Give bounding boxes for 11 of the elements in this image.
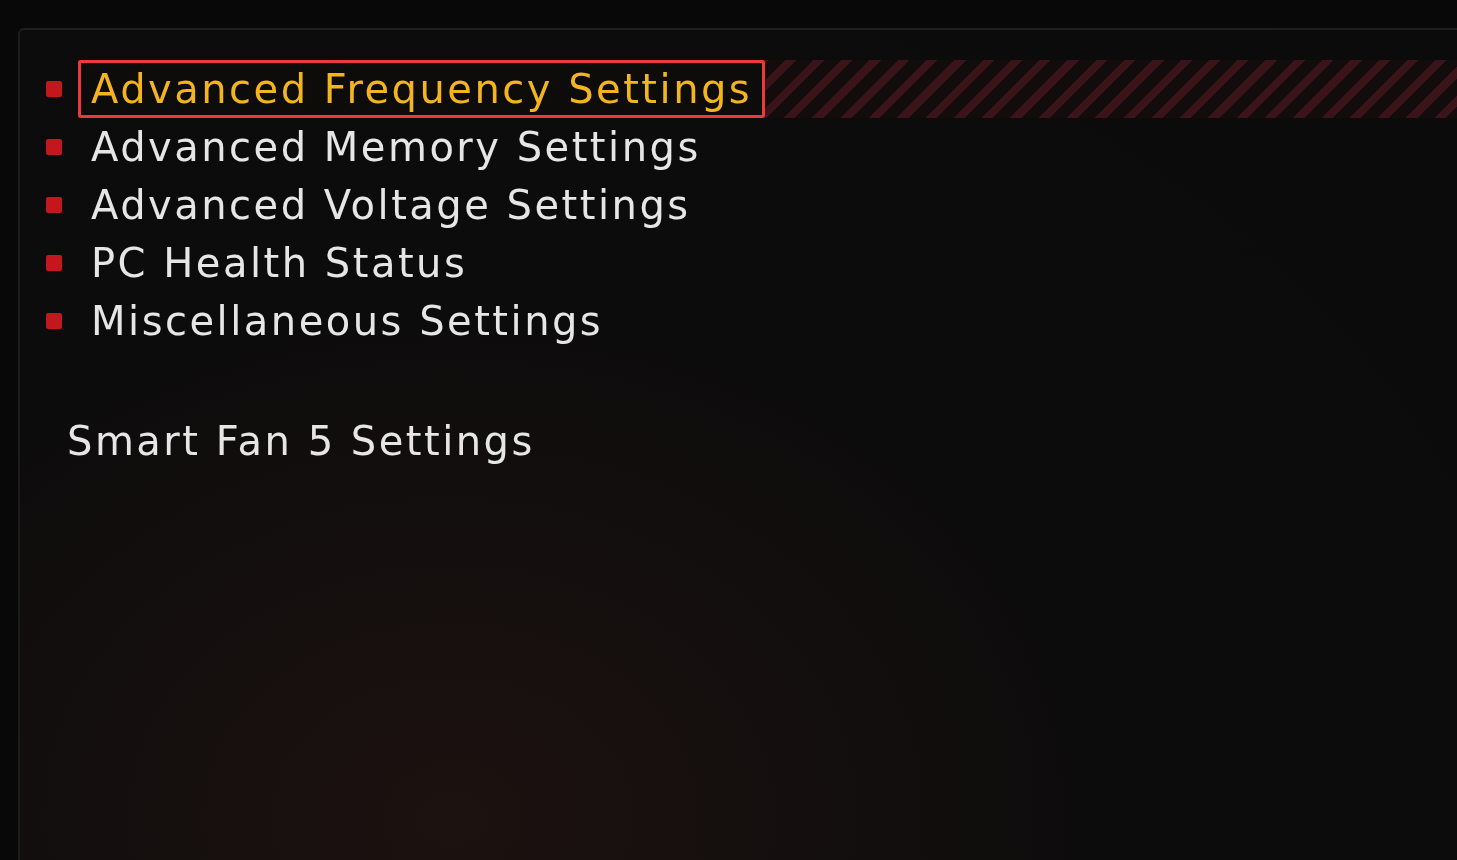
menu-item[interactable]: PC Health Status xyxy=(78,234,481,292)
menu-item[interactable]: Advanced Voltage Settings xyxy=(78,176,704,234)
square-bullet-icon xyxy=(46,313,62,329)
menu-item[interactable]: Miscellaneous Settings xyxy=(78,292,617,350)
square-bullet-icon xyxy=(46,255,62,271)
menu-item[interactable]: Smart Fan 5 Settings xyxy=(54,412,548,470)
menu-item[interactable]: Advanced Memory Settings xyxy=(78,118,714,176)
square-bullet-icon xyxy=(46,81,62,97)
square-bullet-icon xyxy=(46,197,62,213)
menu-item[interactable]: Advanced Frequency Settings xyxy=(78,60,766,118)
square-bullet-icon xyxy=(46,139,62,155)
